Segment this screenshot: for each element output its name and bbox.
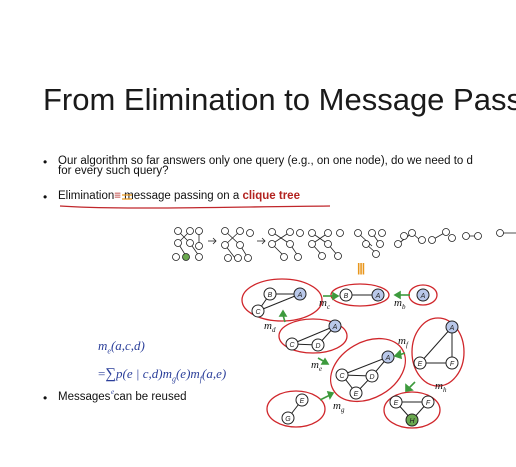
elim-graph-9	[496, 229, 516, 237]
handwritten-equiv-mark	[122, 194, 132, 200]
elim-graph-1	[172, 227, 203, 261]
node-a: A	[332, 324, 338, 331]
node-a: A	[420, 293, 426, 300]
elim-graph-4	[308, 229, 344, 260]
elim-graph-6	[394, 229, 426, 248]
message-label-g: mg	[333, 400, 345, 415]
message-label-h: mh	[435, 380, 447, 395]
diagram-layer: B AC BA A AC D AC DE AE F EG E FH	[59, 194, 516, 429]
message-label-b: mb	[394, 297, 406, 312]
message-label-c: mc	[319, 297, 331, 312]
clique-eg	[266, 390, 326, 428]
elim-graph-2	[221, 227, 254, 262]
message-label-e: me	[311, 359, 323, 374]
elim-graph-3	[268, 228, 304, 261]
message-label-d: md	[264, 320, 276, 335]
node-a: A	[449, 325, 455, 332]
node-e: E	[418, 361, 423, 368]
node-a: A	[375, 293, 381, 300]
handwritten-underline	[59, 205, 331, 209]
elim-graph-5	[354, 229, 386, 258]
node-f: F	[450, 361, 455, 368]
slide: From Elimination to Message Passi • Our …	[0, 0, 516, 467]
node-d: D	[315, 343, 320, 350]
node-g: G	[285, 416, 291, 423]
elim-graph-7	[428, 228, 456, 244]
node-a: A	[297, 292, 303, 299]
node-e: E	[354, 391, 359, 398]
node-b: B	[268, 292, 273, 299]
node-e: E	[394, 400, 399, 407]
elimination-sequence	[172, 227, 516, 262]
node-letters: B AC BA A AC D AC DE AE F EG E FH	[255, 292, 454, 425]
message-label-f: mf	[398, 335, 408, 350]
node-b: B	[344, 293, 349, 300]
node-f: F	[426, 400, 431, 407]
node-d: D	[369, 374, 374, 381]
clique-tree	[241, 278, 465, 429]
elim-graph-8	[462, 232, 482, 240]
node-e: E	[300, 398, 305, 405]
node-a: A	[385, 355, 391, 362]
